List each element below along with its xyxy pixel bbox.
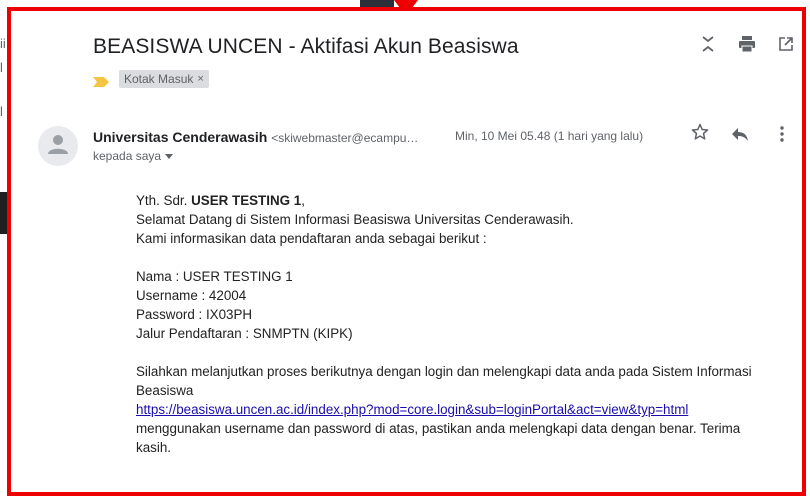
body-line: Kami informasikan data pendaftaran anda … bbox=[136, 231, 487, 246]
important-marker-icon[interactable] bbox=[93, 74, 109, 87]
email-date: Min, 10 Mei 05.48 (1 hari yang lalu) bbox=[455, 129, 644, 143]
sender-email: <skiwebmaster@ecampu… bbox=[271, 131, 419, 145]
background-text: l bbox=[0, 60, 3, 75]
email-highlight-frame: BEASISWA UNCEN - Aktifasi Akun Beasiswa … bbox=[7, 7, 806, 496]
registration-username: Username : 42004 bbox=[136, 288, 247, 303]
registration-name: Nama : USER TESTING 1 bbox=[136, 269, 293, 284]
label-chip-inbox[interactable]: Kotak Masuk × bbox=[119, 70, 209, 88]
closing-text: menggunakan username dan password di ata… bbox=[136, 421, 741, 455]
login-link[interactable]: https://beasiswa.uncen.ac.id/index.php?m… bbox=[136, 402, 688, 417]
sender-name[interactable]: Universitas Cenderawasih bbox=[93, 129, 267, 145]
reply-icon[interactable] bbox=[729, 123, 751, 145]
caret-down-icon[interactable] bbox=[165, 149, 174, 163]
registration-track: Jalur Pendaftaran : SNMPTN (KIPK) bbox=[136, 326, 353, 341]
collapse-all-icon[interactable] bbox=[697, 33, 719, 55]
avatar bbox=[38, 126, 78, 166]
email-subject: BEASISWA UNCEN - Aktifasi Akun Beasiswa bbox=[93, 35, 519, 58]
label-chip-text: Kotak Masuk bbox=[124, 72, 194, 86]
background-text: ii bbox=[0, 36, 6, 51]
greeting-suffix: , bbox=[301, 193, 305, 208]
remove-label-icon[interactable]: × bbox=[197, 73, 203, 85]
recipient-label: kepada saya bbox=[93, 149, 162, 163]
recipient-details[interactable]: kepada saya bbox=[93, 149, 174, 163]
registration-password: Password : IX03PH bbox=[136, 307, 253, 322]
label-row: Kotak Masuk × bbox=[93, 70, 209, 88]
star-icon[interactable] bbox=[689, 121, 711, 143]
greeting: Yth. Sdr. USER TESTING 1, bbox=[136, 191, 776, 210]
greeting-prefix: Yth. Sdr. bbox=[136, 193, 192, 208]
sender: Universitas Cenderawasih <skiwebmaster@e… bbox=[93, 129, 418, 145]
print-icon[interactable] bbox=[736, 33, 758, 55]
instruction-text: Silahkan melanjutkan proses berikutnya d… bbox=[136, 364, 752, 398]
background-text: l bbox=[0, 104, 3, 119]
greeting-name: USER TESTING 1 bbox=[191, 193, 302, 208]
more-vert-icon[interactable] bbox=[771, 123, 793, 145]
body-line: Selamat Datang di Sistem Informasi Beasi… bbox=[136, 212, 574, 227]
open-in-new-window-icon[interactable] bbox=[775, 33, 797, 55]
person-icon bbox=[38, 126, 78, 166]
email-body: Yth. Sdr. USER TESTING 1, Selamat Datang… bbox=[136, 191, 776, 457]
